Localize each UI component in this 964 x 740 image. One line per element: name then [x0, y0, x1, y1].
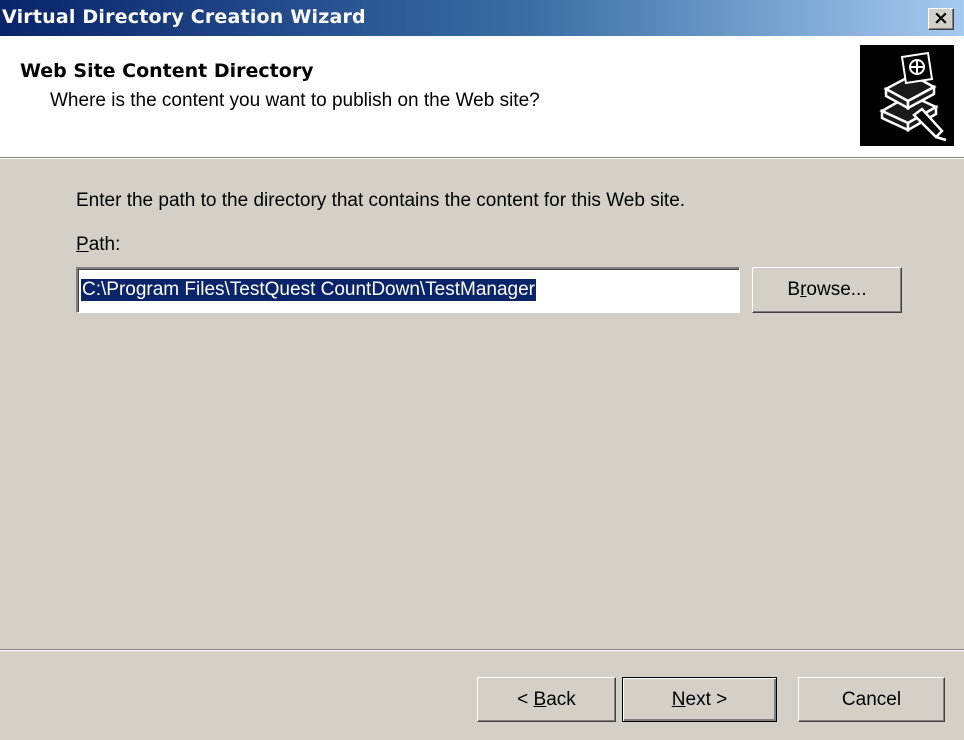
path-label-mnemonic: P [76, 234, 89, 255]
path-input[interactable]: C:\Program Files\TestQuest CountDown\Tes… [76, 267, 740, 313]
header-separator [0, 157, 964, 159]
window-title: Virtual Directory Creation Wizard [2, 6, 366, 28]
path-label-text: ath: [88, 234, 121, 255]
page-title: Web Site Content Directory [20, 60, 314, 82]
instruction-text: Enter the path to the directory that con… [76, 190, 686, 211]
back-label-post: ack [546, 688, 576, 710]
next-label-mnemonic: N [671, 688, 686, 710]
footer-separator [0, 649, 964, 651]
page-subtitle: Where is the content you want to publish… [50, 90, 540, 111]
title-bar[interactable]: Virtual Directory Creation Wizard × [0, 0, 964, 36]
wizard-book-icon-graphic [879, 51, 947, 142]
browse-button[interactable]: Br owse... [752, 267, 902, 313]
browse-label-pre: B [787, 279, 801, 300]
back-label-pre: < [517, 688, 534, 710]
next-button[interactable]: Next > [622, 677, 777, 722]
close-button[interactable]: × [928, 8, 954, 30]
cancel-button[interactable]: Cancel [798, 677, 945, 722]
back-button[interactable]: < Back [477, 677, 616, 722]
path-input-value: C:\Program Files\TestQuest CountDown\Tes… [81, 279, 537, 301]
wizard-header: Web Site Content Directory Where is the … [0, 36, 964, 157]
cancel-label: Cancel [841, 688, 902, 710]
path-label: Path: [76, 234, 120, 256]
wizard-book-icon [860, 45, 954, 146]
next-label-post: ext > [685, 688, 728, 710]
browse-label-post: owse... [806, 279, 867, 300]
close-icon: × [933, 7, 949, 29]
back-label-mnemonic: B [533, 688, 547, 710]
